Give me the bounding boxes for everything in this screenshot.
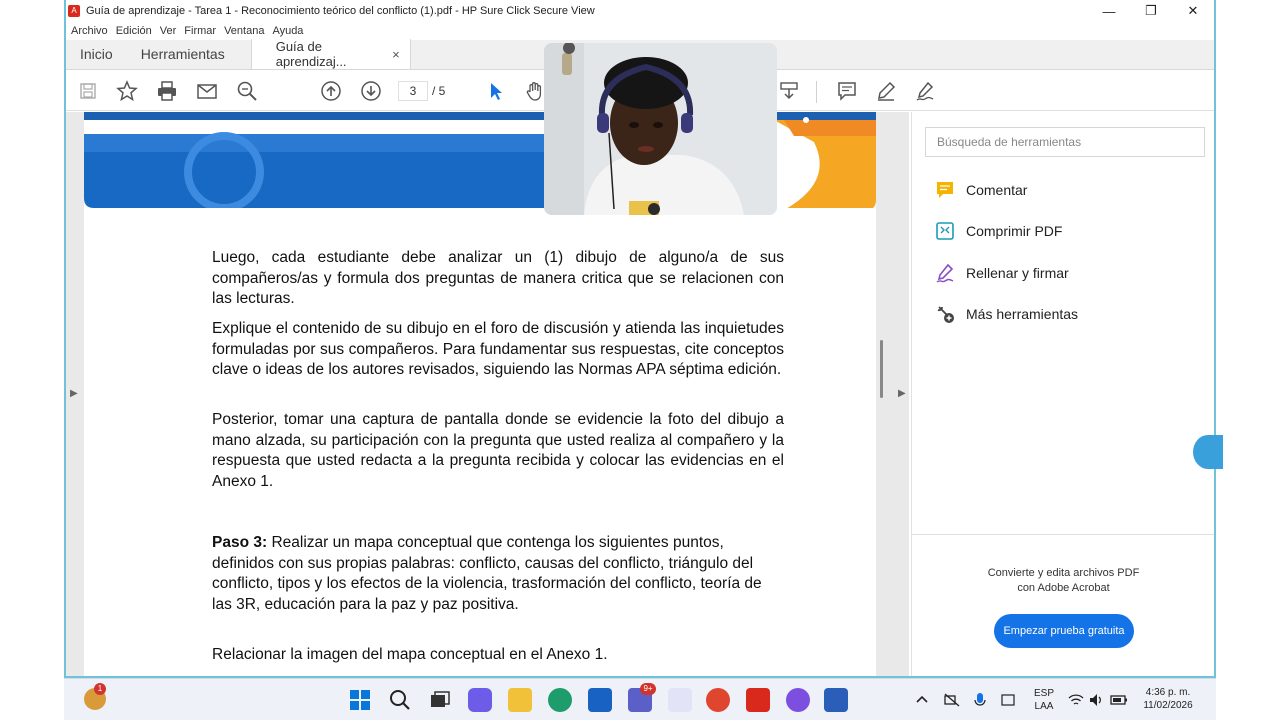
promo-divider <box>912 534 1214 535</box>
menu-archivo[interactable]: Archivo <box>71 25 108 37</box>
screen: A Guía de aprendizaje - Tarea 1 - Recono… <box>0 0 1280 720</box>
compress-pdf-icon <box>934 220 956 242</box>
copilot-icon[interactable] <box>468 688 492 712</box>
save-icon[interactable] <box>76 79 100 103</box>
email-icon[interactable] <box>195 79 219 103</box>
floating-assistant-icon[interactable] <box>1193 435 1223 469</box>
word-icon[interactable] <box>824 688 848 712</box>
fill-sign-icon <box>934 262 956 284</box>
page-download-icon[interactable] <box>777 79 801 103</box>
star-icon[interactable] <box>115 79 139 103</box>
next-page-icon[interactable] <box>359 79 383 103</box>
page-number-input[interactable]: 3 <box>398 81 428 101</box>
tool-mas-herramientas[interactable]: Más herramientas <box>934 303 1078 325</box>
menu-edicion[interactable]: Edición <box>116 25 152 37</box>
comment-tool-icon[interactable] <box>835 79 859 103</box>
camera-off-icon[interactable] <box>944 688 960 712</box>
tool-comentar-label: Comentar <box>966 182 1028 198</box>
volume-icon[interactable] <box>1088 688 1104 712</box>
battery-icon[interactable] <box>1110 688 1128 712</box>
paragraph-analysis: Luego, cada estudiante debe analizar un … <box>212 249 784 307</box>
highlight-pen-icon[interactable] <box>874 79 898 103</box>
tool-comprimir-label: Comprimir PDF <box>966 223 1063 239</box>
acrobat-taskbar-icon[interactable] <box>746 688 770 712</box>
maximize-button[interactable]: ❐ <box>1130 0 1172 22</box>
window-controls: — ❐ ✕ <box>1088 0 1214 22</box>
paragraph-explain: Explique el contenido de su dibujo en el… <box>212 320 784 378</box>
clock-date: 11/02/2026 <box>1143 700 1193 711</box>
snipping-tool-icon[interactable] <box>668 688 692 712</box>
right-panel-toggle-icon[interactable]: ▶ <box>898 388 906 399</box>
file-explorer-icon[interactable] <box>508 688 532 712</box>
start-trial-button[interactable]: Empezar prueba gratuita <box>994 614 1134 648</box>
windows-start-icon[interactable] <box>348 688 372 712</box>
document-view[interactable]: ▶ Luego, cada estudiante debe analizar u <box>66 112 909 676</box>
search-icon[interactable] <box>388 688 412 712</box>
microphone-icon[interactable] <box>972 688 988 712</box>
tab-document-label: Guía de aprendizaj... <box>275 39 347 69</box>
canva-icon[interactable] <box>786 688 810 712</box>
wifi-icon[interactable] <box>1068 688 1084 712</box>
tab-herramientas[interactable]: Herramientas <box>127 39 239 69</box>
bluetooth-device-icon[interactable] <box>1000 688 1016 712</box>
microsoft-store-icon[interactable] <box>588 688 612 712</box>
zoom-search-icon[interactable] <box>235 79 259 103</box>
promo-line-2: con Adobe Acrobat <box>1017 582 1110 594</box>
minimize-button[interactable]: — <box>1088 0 1130 22</box>
menu-firmar[interactable]: Firmar <box>184 25 216 37</box>
close-window-button[interactable]: ✕ <box>1172 0 1214 22</box>
tools-search-input[interactable]: Búsqueda de herramientas <box>925 127 1205 157</box>
webcam-overlay <box>544 43 777 215</box>
select-cursor-icon[interactable] <box>484 79 508 103</box>
edge-browser-icon[interactable] <box>548 688 572 712</box>
acrobat-app-icon: A <box>68 5 80 17</box>
paragraph-paso-3: Paso 3: Realizar un mapa conceptual que … <box>212 533 784 615</box>
paragraph-mapa: Relacionar la imagen del mapa conceptual… <box>212 646 608 663</box>
menu-ver[interactable]: Ver <box>160 25 177 37</box>
promo-text: Convierte y edita archivos PDF con Adobe… <box>912 566 1214 596</box>
clock[interactable]: 4:36 p. m. 11/02/2026 <box>1136 686 1200 712</box>
comment-icon <box>934 179 956 201</box>
promo-line-1: Convierte y edita archivos PDF <box>987 567 1140 579</box>
layout-code: LAA <box>1034 701 1054 712</box>
tool-comentar[interactable]: Comentar <box>934 179 1027 201</box>
tab-document[interactable]: Guía de aprendizaj... × <box>250 39 411 69</box>
language-code: ESP <box>1033 688 1054 699</box>
tab-close-button[interactable]: × <box>392 47 400 62</box>
page-total-label: / 5 <box>432 84 446 98</box>
task-view-icon[interactable] <box>428 688 452 712</box>
desktop-right-edge <box>1216 0 1280 720</box>
menu-bar: Archivo Edición Ver Firmar Ventana Ayuda <box>66 22 1214 40</box>
chrome-icon[interactable] <box>706 688 730 712</box>
teams-badge: 9+ <box>640 683 656 695</box>
tool-comprimir-pdf[interactable]: Comprimir PDF <box>934 220 1062 242</box>
clock-time: 4:36 p. m. <box>1145 687 1191 698</box>
windows-taskbar: 1 9+ ESP LAA 4:36 p. m. 11/02/2026 <box>64 678 1216 720</box>
toolbar-separator <box>816 81 817 103</box>
paso-3-text: Realizar un mapa conceptual que contenga… <box>212 534 762 613</box>
tray-overflow-icon[interactable] <box>914 688 930 712</box>
paso-3-heading: Paso 3: <box>212 534 268 551</box>
document-scrollbar[interactable] <box>880 340 883 398</box>
tools-panel: Búsqueda de herramientas Comentar Compri… <box>911 112 1214 676</box>
previous-page-icon[interactable] <box>319 79 343 103</box>
notification-badge: 1 <box>94 683 106 695</box>
paragraph-screenshot: Posterior, tomar una captura de pantalla… <box>212 411 784 490</box>
window-title: Guía de aprendizaje - Tarea 1 - Reconoci… <box>86 5 595 17</box>
tab-inicio[interactable]: Inicio <box>66 39 127 69</box>
desktop-left-edge <box>0 0 64 720</box>
sign-pen-icon[interactable] <box>913 79 937 103</box>
print-icon[interactable] <box>155 79 179 103</box>
title-bar: A Guía de aprendizaje - Tarea 1 - Recono… <box>66 0 1214 22</box>
tool-mas-label: Más herramientas <box>966 306 1079 322</box>
tool-rellenar-label: Rellenar y firmar <box>966 265 1069 281</box>
menu-ventana[interactable]: Ventana <box>224 25 264 37</box>
keyboard-language[interactable]: ESP LAA <box>1030 687 1058 713</box>
left-panel-toggle-icon[interactable]: ▶ <box>70 388 78 399</box>
more-tools-icon <box>934 303 956 325</box>
menu-ayuda[interactable]: Ayuda <box>272 25 303 37</box>
tool-rellenar-firmar[interactable]: Rellenar y firmar <box>934 262 1069 284</box>
